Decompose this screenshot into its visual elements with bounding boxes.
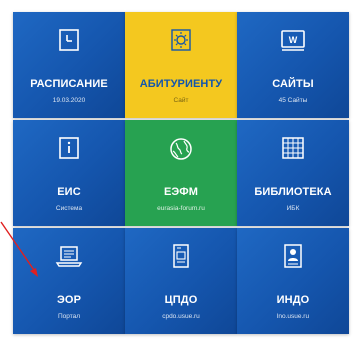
tile-title: БИБЛИОТЕКА	[254, 186, 332, 198]
tile-title: ИНДО	[276, 294, 310, 306]
tile-title: ЭОР	[56, 294, 82, 306]
tile-cpdo[interactable]: ЦПДО cpdo.usue.ru	[125, 228, 237, 334]
svg-text:W: W	[289, 35, 298, 45]
tile-subtitle: 19.03.2020	[52, 97, 86, 104]
tile-title: РАСПИСАНИЕ	[30, 78, 108, 90]
tile-sites[interactable]: W САЙТЫ 45 Сайты	[237, 12, 349, 118]
tile-eefm[interactable]: ЕЭФМ eurasia-forum.ru	[125, 120, 237, 226]
tile-eis[interactable]: ЕИС Система	[13, 120, 125, 226]
tile-schedule[interactable]: РАСПИСАНИЕ 19.03.2020	[13, 12, 125, 118]
globe-icon	[167, 136, 195, 162]
portal-stage: РАСПИСАНИЕ 19.03.2020 АБИТУРИЕНТУ Сайт W…	[0, 0, 361, 345]
sun-icon	[167, 28, 195, 54]
tile-subtitle: cpdo.usue.ru	[162, 313, 200, 320]
tile-subtitle: Сайт	[173, 97, 189, 104]
tile-title: ЕЭФМ	[164, 186, 198, 198]
id-card-icon	[279, 244, 307, 270]
tile-library[interactable]: БИБЛИОТЕКА ИБК	[237, 120, 349, 226]
calendar-icon	[55, 28, 83, 54]
tile-subtitle: eurasia-forum.ru	[157, 205, 205, 212]
info-icon	[55, 136, 83, 162]
grid-icon	[279, 136, 307, 162]
tile-applicant[interactable]: АБИТУРИЕНТУ Сайт	[125, 12, 237, 118]
tile-title: САЙТЫ	[272, 78, 314, 90]
w-icon: W	[279, 28, 307, 54]
tile-indo[interactable]: ИНДО lno.usue.ru	[237, 228, 349, 334]
tile-subtitle: lno.usue.ru	[276, 313, 310, 320]
tile-title: ЦПДО	[164, 294, 198, 306]
laptop-icon	[55, 244, 83, 270]
tile-subtitle: Система	[55, 205, 83, 212]
tile-title: ЕИС	[57, 186, 81, 198]
tile-subtitle: ИБК	[286, 205, 300, 212]
tile-title: АБИТУРИЕНТУ	[139, 78, 223, 90]
tile-eor[interactable]: ЭОР Портал	[13, 228, 125, 334]
tile-subtitle: 45 Сайты	[278, 97, 308, 104]
document-icon	[167, 244, 195, 270]
tile-grid: РАСПИСАНИЕ 19.03.2020 АБИТУРИЕНТУ Сайт W…	[0, 0, 361, 345]
tile-subtitle: Портал	[57, 313, 81, 320]
